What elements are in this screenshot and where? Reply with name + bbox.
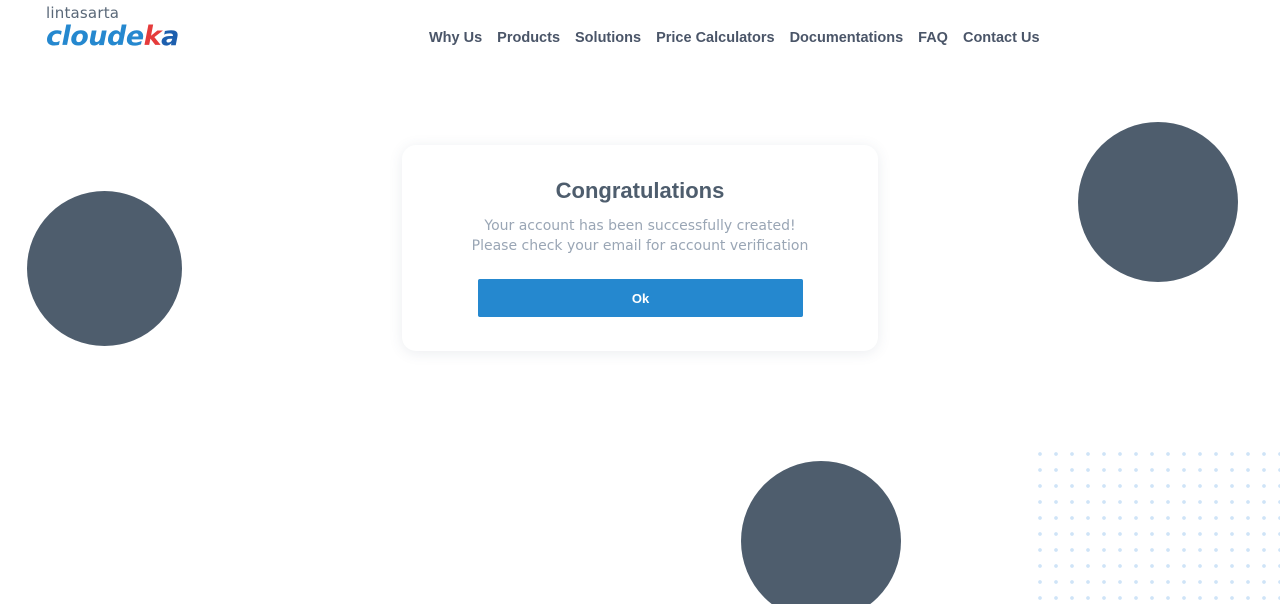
nav-price-calculators[interactable]: Price Calculators: [656, 30, 774, 46]
main-nav: Why Us Products Solutions Price Calculat…: [429, 30, 1055, 46]
nav-contact-us[interactable]: Contact Us: [963, 30, 1040, 46]
nav-faq[interactable]: FAQ: [918, 30, 948, 46]
dialog-message-line1: Your account has been successfully creat…: [484, 218, 796, 234]
decorative-circle-bottom: [741, 461, 901, 604]
cloudeka-logo[interactable]: lintasarta cloudeka: [46, 4, 179, 51]
decorative-circle-left: [27, 191, 182, 346]
page: lintasarta cloudeka Why Us Products Solu…: [0, 0, 1280, 604]
nav-why-us[interactable]: Why Us: [429, 30, 482, 46]
ok-button[interactable]: Ok: [478, 279, 803, 317]
dialog-message: Your account has been successfully creat…: [402, 216, 878, 256]
nav-solutions[interactable]: Solutions: [575, 30, 641, 46]
success-dialog: Congratulations Your account has been su…: [402, 145, 878, 351]
nav-products[interactable]: Products: [497, 30, 560, 46]
dialog-title: Congratulations: [555, 178, 725, 203]
nav-documentations[interactable]: Documentations: [790, 30, 904, 46]
logo-cloudeka-text: cloudeka: [46, 23, 179, 50]
decorative-dot-pattern: [1032, 446, 1280, 604]
logo-brand-part1: cloude: [46, 21, 144, 52]
logo-brand-part3: a: [161, 21, 179, 52]
decorative-circle-right: [1078, 122, 1238, 282]
dialog-message-line2: Please check your email for account veri…: [471, 238, 809, 254]
logo-brand-part2: k: [143, 21, 162, 52]
logo-lintasarta-text: lintasarta: [46, 4, 120, 22]
